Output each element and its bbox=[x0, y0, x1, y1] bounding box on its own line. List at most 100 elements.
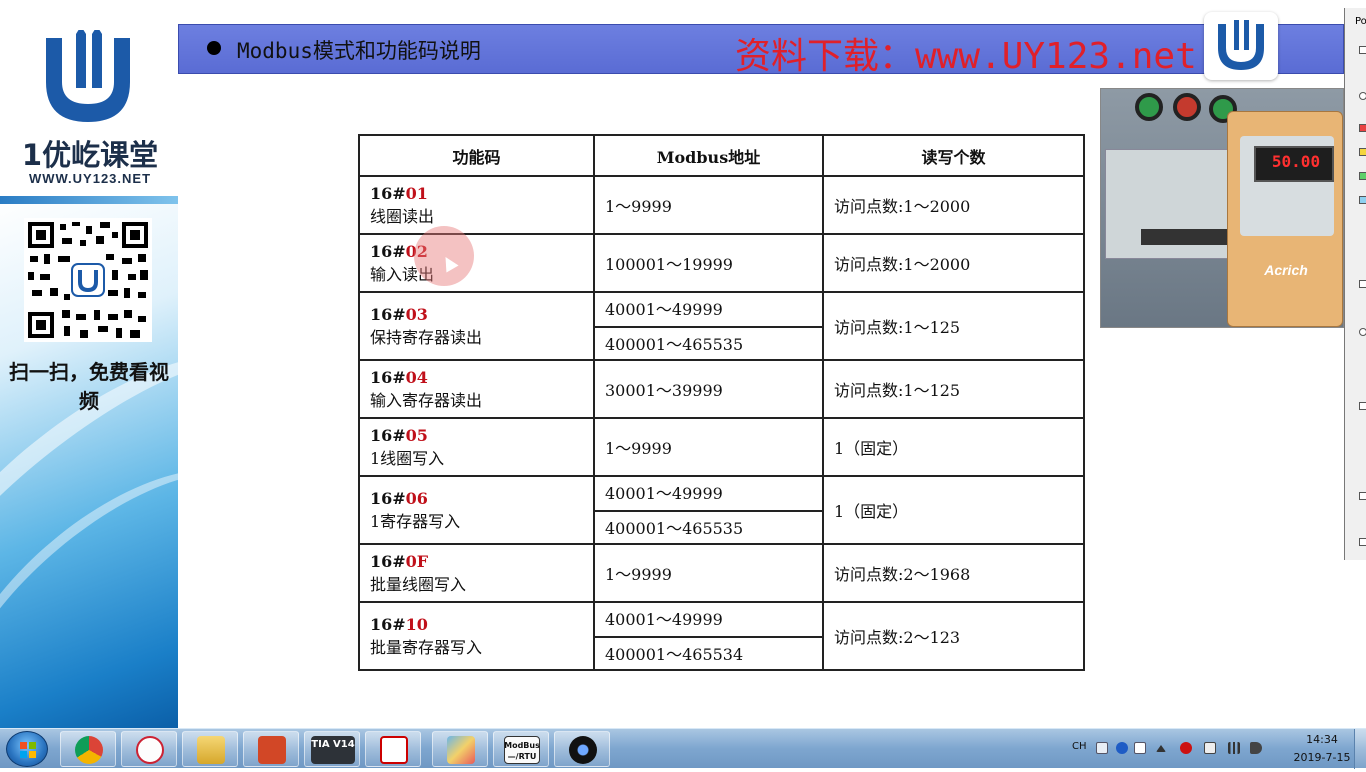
function-code-table: 功能码 Modbus地址 读写个数 16#01 线圈读出 1～9999 访问点数… bbox=[358, 134, 1085, 671]
col-header-function-code: 功能码 bbox=[358, 134, 595, 177]
table-row: 16#05 1线圈写入 1～9999 1（固定） bbox=[358, 417, 1085, 477]
address-cell: 40001～49999 400001～465535 bbox=[593, 475, 824, 545]
address-range: 40001～49999 bbox=[605, 610, 723, 629]
taskbar-app-modbus-rtu[interactable]: ModBus —/RTU bbox=[493, 731, 549, 767]
taskbar-app-tia-portal[interactable]: TIA V14 bbox=[304, 731, 360, 767]
paint-icon bbox=[447, 736, 475, 764]
toolbar-icon[interactable] bbox=[1359, 492, 1366, 500]
code-number: 06 bbox=[405, 489, 428, 508]
taskbar-app-explorer[interactable] bbox=[182, 731, 238, 767]
address-cell: 1～9999 bbox=[593, 543, 824, 603]
toolbar-icon[interactable] bbox=[1359, 196, 1366, 204]
right-side-window[interactable]: Po bbox=[1344, 8, 1366, 560]
code-prefix: 16# bbox=[370, 368, 406, 387]
brand-name: 1优屹课堂 bbox=[21, 138, 159, 172]
taskbar-app-chrome[interactable] bbox=[60, 731, 116, 767]
code-description: 保持寄存器读出 bbox=[370, 328, 483, 347]
green-pilot-light-icon bbox=[1135, 93, 1163, 121]
function-code-cell: 16#04 输入寄存器读出 bbox=[358, 359, 595, 419]
show-hidden-icons[interactable] bbox=[1156, 745, 1166, 752]
count-cell: 访问点数:1～125 bbox=[822, 359, 1085, 419]
taskbar-app-powerpoint[interactable] bbox=[243, 731, 299, 767]
toolbar-icon[interactable] bbox=[1359, 280, 1366, 288]
address-range: 400001～465535 bbox=[595, 326, 822, 359]
toolbar-icon[interactable] bbox=[1359, 402, 1366, 410]
network-icon[interactable] bbox=[1228, 742, 1240, 754]
powerpoint-icon bbox=[258, 736, 286, 764]
windows-taskbar: TIA V14 ModBus —/RTU CH 14:34 2019-7-15 bbox=[0, 728, 1366, 769]
code-number: 03 bbox=[405, 305, 428, 324]
inverter-device: 50.00 Acrich bbox=[1227, 111, 1343, 327]
slide-header-bar: Modbus模式和功能码说明 资料下载：www.UY123.net bbox=[178, 24, 1344, 77]
code-prefix: 16# bbox=[370, 489, 406, 508]
volume-icon[interactable] bbox=[1250, 742, 1262, 754]
modbus-rtu-label: ModBus —/RTU bbox=[504, 741, 540, 761]
taskbar-app-camera[interactable] bbox=[554, 731, 610, 767]
code-prefix: 16# bbox=[370, 426, 406, 445]
table-row: 16#10 批量寄存器写入 40001～49999 400001～465534 … bbox=[358, 601, 1085, 671]
code-prefix: 16# bbox=[370, 242, 406, 261]
keyboard-icon[interactable] bbox=[1096, 742, 1108, 754]
code-number: 0F bbox=[405, 552, 429, 571]
security-icon[interactable] bbox=[1180, 742, 1192, 754]
panel-divider bbox=[0, 196, 178, 204]
code-description: 1寄存器写入 bbox=[370, 512, 461, 531]
count-cell: 访问点数:2～1968 bbox=[822, 543, 1085, 603]
ime-settings-icon[interactable] bbox=[1134, 742, 1146, 754]
windows-logo-icon bbox=[20, 742, 36, 758]
count-cell: 访问点数:1～125 bbox=[822, 291, 1085, 361]
code-number: 05 bbox=[405, 426, 428, 445]
code-description: 1线圈写入 bbox=[370, 449, 445, 468]
show-desktop-button[interactable] bbox=[1354, 729, 1366, 769]
table-row: 16#03 保持寄存器读出 40001～49999 400001～465535 … bbox=[358, 291, 1085, 361]
brand-url: WWW.UY123.NET bbox=[28, 171, 152, 186]
count-cell: 1（固定） bbox=[822, 417, 1085, 477]
function-code-cell: 16#06 1寄存器写入 bbox=[358, 475, 595, 545]
address-range: 40001～49999 bbox=[605, 484, 723, 503]
snipping-icon bbox=[136, 736, 164, 764]
help-icon[interactable] bbox=[1116, 742, 1128, 754]
function-code-cell: 16#01 线圈读出 bbox=[358, 175, 595, 235]
plc-terminal-strip bbox=[1141, 229, 1231, 245]
right-window-title: Po bbox=[1355, 16, 1366, 27]
clock-time[interactable]: 14:34 bbox=[1298, 733, 1346, 746]
address-range: 400001～465535 bbox=[595, 510, 822, 543]
toolbar-icon[interactable] bbox=[1359, 148, 1366, 156]
webcam-video-overlay: 50.00 Acrich bbox=[1100, 88, 1344, 328]
toolbar-icon[interactable] bbox=[1359, 328, 1366, 336]
function-code-cell: 16#03 保持寄存器读出 bbox=[358, 291, 595, 361]
code-number: 04 bbox=[405, 368, 428, 387]
start-button[interactable] bbox=[6, 731, 48, 767]
toolbar-icon[interactable] bbox=[1359, 538, 1366, 546]
slide-title: Modbus模式和功能码说明 bbox=[237, 39, 481, 63]
taskbar-app-pdf[interactable] bbox=[365, 731, 421, 767]
count-cell: 访问点数:1～2000 bbox=[822, 175, 1085, 235]
usb-device-icon[interactable] bbox=[1204, 742, 1216, 754]
code-description: 批量寄存器写入 bbox=[370, 638, 483, 657]
code-prefix: 16# bbox=[370, 552, 406, 571]
clock-date[interactable]: 2019-7-15 bbox=[1282, 751, 1362, 764]
address-range: 40001～49999 bbox=[605, 300, 723, 319]
count-cell: 访问点数:1～2000 bbox=[822, 233, 1085, 293]
toolbar-icon[interactable] bbox=[1359, 46, 1366, 54]
language-indicator[interactable]: CH bbox=[1072, 741, 1087, 752]
toolbar-icon[interactable] bbox=[1359, 172, 1366, 180]
inverter-keypad: 50.00 bbox=[1240, 136, 1334, 236]
col-header-read-write-count: 读写个数 bbox=[822, 134, 1085, 177]
header-logo-badge bbox=[1204, 12, 1278, 80]
inverter-brand: Acrich bbox=[1264, 262, 1308, 278]
toolbar-icon[interactable] bbox=[1359, 124, 1366, 132]
taskbar-app-snipping[interactable] bbox=[121, 731, 177, 767]
code-prefix: 16# bbox=[370, 305, 406, 324]
code-prefix: 16# bbox=[370, 615, 406, 634]
taskbar-app-paint[interactable] bbox=[432, 731, 488, 767]
count-cell: 访问点数:2～123 bbox=[822, 601, 1085, 671]
table-row: 16#0F 批量线圈写入 1～9999 访问点数:2～1968 bbox=[358, 543, 1085, 603]
left-brand-panel: 1优屹课堂 WWW.UY123.NET 扫一扫，免费看视频 bbox=[0, 0, 178, 728]
cursor-highlight bbox=[414, 226, 474, 286]
toolbar-icon[interactable] bbox=[1359, 92, 1366, 100]
tia-portal-label: TIA V14 bbox=[311, 739, 355, 750]
code-number: 01 bbox=[405, 184, 428, 203]
camera-icon bbox=[569, 736, 597, 764]
address-range: 400001～465534 bbox=[595, 636, 822, 669]
